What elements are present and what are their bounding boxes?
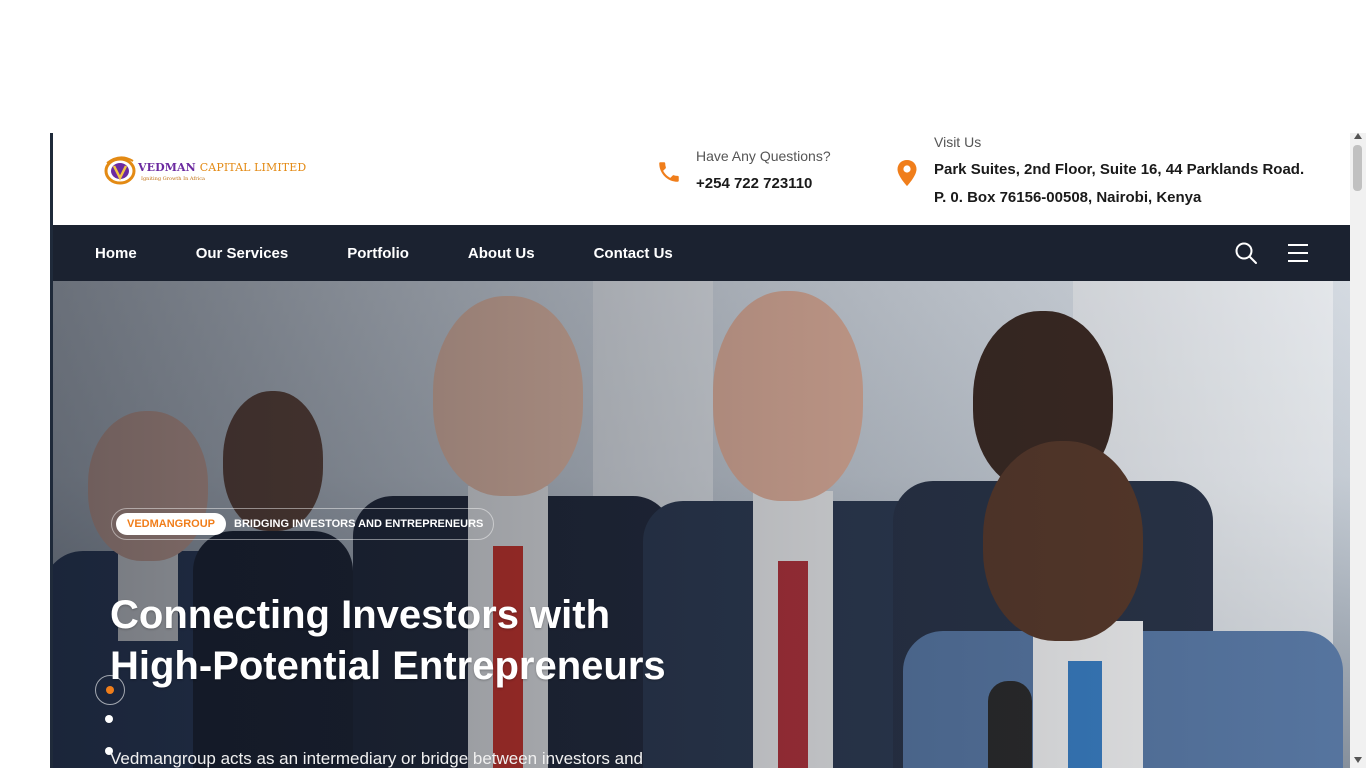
nav-item-home[interactable]: Home (95, 245, 137, 262)
hero-title: Connecting Investors with High-Potential… (110, 590, 810, 692)
hero-badge: VEDMANGROUP BRIDGING INVESTORS AND ENTRE… (111, 508, 495, 540)
scroll-down-arrow-icon[interactable] (1354, 757, 1362, 763)
brand-name: VEDMAN CAPITAL LIMITED (138, 161, 306, 174)
hero-title-line-2: High-Potential Entrepreneurs (110, 644, 666, 688)
hamburger-menu-icon[interactable] (1286, 241, 1310, 265)
page-scrollbar[interactable] (1350, 133, 1366, 768)
address-line-1: Park Suites, 2nd Floor, Suite 16, 44 Par… (934, 161, 1305, 178)
questions-label: Have Any Questions? (696, 148, 831, 164)
phone-icon (659, 162, 679, 182)
hero-title-line-1: Connecting Investors with (110, 593, 611, 637)
nav-item-about-us[interactable]: About Us (468, 245, 535, 262)
visit-label: Visit Us (934, 134, 982, 150)
slider-dot[interactable] (105, 715, 113, 723)
main-navigation: Home Our Services Portfolio About Us Con… (53, 225, 1350, 281)
scroll-thumb[interactable] (1353, 145, 1362, 191)
nav-menu: Home Our Services Portfolio About Us Con… (95, 225, 732, 281)
address-line-2: P. 0. Box 76156-00508, Nairobi, Kenya (934, 189, 1202, 206)
phone-number[interactable]: +254 722 723110 (696, 175, 812, 192)
brand-tagline: Igniting Growth In Africa (141, 176, 206, 182)
page-frame: VEDMAN CAPITAL LIMITED Igniting Growth I… (53, 133, 1350, 768)
location-pin-icon (897, 160, 917, 186)
hero-slider: VEDMANGROUP BRIDGING INVESTORS AND ENTRE… (53, 281, 1350, 768)
brand-name-suffix: CAPITAL LIMITED (199, 161, 307, 174)
top-info-bar: VEDMAN CAPITAL LIMITED Igniting Growth I… (53, 133, 1350, 225)
scroll-up-arrow-icon[interactable] (1354, 133, 1362, 139)
brand-logo[interactable]: VEDMAN CAPITAL LIMITED Igniting Growth I… (103, 153, 306, 193)
brand-name-main: VEDMAN (138, 161, 196, 174)
hero-description: Vedmangroup acts as an intermediary or b… (110, 749, 643, 768)
logo-mark-icon (104, 156, 136, 185)
slider-dot-active[interactable] (95, 675, 125, 705)
hero-badge-pill: VEDMANGROUP (116, 513, 227, 535)
nav-item-our-services[interactable]: Our Services (196, 245, 289, 262)
nav-item-portfolio[interactable]: Portfolio (347, 245, 409, 262)
search-icon[interactable] (1234, 241, 1258, 265)
hero-badge-text: BRIDGING INVESTORS AND ENTREPRENEURS (234, 518, 484, 530)
nav-item-contact-us[interactable]: Contact Us (594, 245, 673, 262)
